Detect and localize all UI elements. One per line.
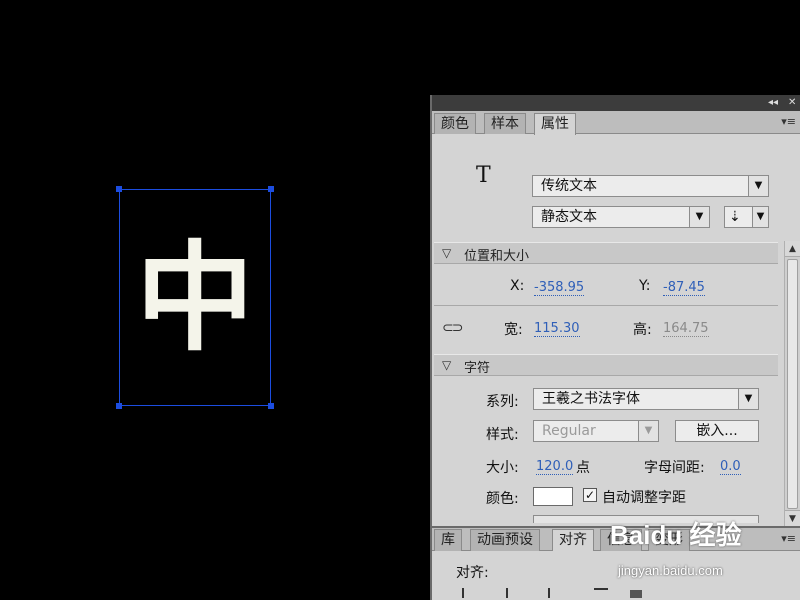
font-size-value[interactable]: 120.0 [536, 459, 574, 475]
font-size-unit: 点 [576, 460, 590, 476]
collapse-panel-icon[interactable]: ◂◂ [768, 96, 778, 110]
letter-spacing-value[interactable]: 0.0 [720, 459, 741, 475]
tab-align[interactable]: 对齐 [552, 529, 594, 551]
stage-canvas[interactable]: 中 [0, 0, 430, 600]
font-style-value: Regular [542, 423, 596, 439]
text-direction-icon: ⇣ [729, 209, 741, 225]
tab-swatches[interactable]: 样本 [484, 113, 526, 134]
scroll-up-icon[interactable]: ▲ [785, 241, 800, 257]
align-label: 对齐: [456, 565, 489, 581]
text-mode-select[interactable]: 静态文本 ▼ [532, 206, 710, 228]
text-mode-value: 静态文本 [541, 209, 597, 225]
dropdown-arrow-icon: ▼ [738, 389, 758, 409]
panel-titlebar: ◂◂ ✕ [432, 95, 800, 111]
section-divider [434, 305, 778, 306]
scroll-thumb[interactable] [787, 259, 798, 509]
baidu-watermark: Baidu 经验 jingyan.baidu.com [610, 515, 790, 585]
height-value[interactable]: 164.75 [663, 321, 709, 337]
font-style-select[interactable]: Regular ▼ [533, 420, 659, 442]
align-hcenter-icon[interactable] [506, 588, 508, 598]
font-style-label: 样式: [486, 427, 519, 443]
width-label: 宽: [504, 322, 523, 338]
text-color-label: 颜色: [486, 491, 519, 507]
height-label: 高: [633, 322, 652, 338]
tab-properties[interactable]: 属性 [534, 113, 576, 135]
dropdown-arrow-icon: ▼ [638, 421, 658, 441]
font-family-value: 王羲之书法字体 [542, 391, 640, 407]
align-vcenter-icon[interactable] [630, 590, 642, 598]
dropdown-arrow-icon: ▼ [689, 207, 709, 227]
tab-motion-presets[interactable]: 动画预设 [470, 529, 540, 551]
auto-kern-checkbox[interactable]: ✓ [583, 488, 597, 502]
text-type-select[interactable]: 传统文本 ▼ [532, 175, 769, 197]
section-position-size[interactable]: ▽ 位置和大小 [434, 242, 778, 264]
baidu-logo: Baidu 经验 [610, 520, 742, 550]
section-character[interactable]: ▽ 字符 [434, 354, 778, 376]
collapse-triangle-icon: ▽ [442, 246, 452, 260]
width-value[interactable]: 115.30 [534, 321, 580, 337]
text-direction-select[interactable]: ⇣ ▼ [724, 206, 769, 228]
text-color-swatch[interactable] [533, 487, 573, 506]
section-title: 位置和大小 [464, 249, 530, 264]
dropdown-arrow-icon: ▼ [748, 176, 768, 196]
align-left-icon[interactable] [462, 588, 474, 598]
panel-scrollbar[interactable]: ▲ ▼ [784, 241, 800, 526]
x-label: X: [510, 278, 525, 294]
letter-spacing-label: 字母间距: [644, 460, 705, 476]
font-family-select[interactable]: 王羲之书法字体 ▼ [533, 388, 759, 410]
auto-kern-label: 自动调整字距 [602, 490, 686, 506]
font-family-label: 系列: [486, 394, 519, 410]
collapse-triangle-icon: ▽ [442, 358, 452, 372]
y-value[interactable]: -87.45 [663, 280, 705, 296]
tab-library[interactable]: 库 [434, 529, 462, 551]
tab-color[interactable]: 颜色 [434, 113, 476, 134]
text-tool-icon: T [476, 163, 491, 188]
calligraphy-character: 中 [135, 227, 254, 367]
y-label: Y: [639, 278, 651, 294]
section-title: 字符 [464, 361, 491, 376]
close-panel-icon[interactable]: ✕ [788, 96, 796, 110]
embed-button[interactable]: 嵌入... [675, 420, 759, 442]
selected-text-object[interactable]: 中 [116, 186, 274, 409]
panel-tabbar: 颜色 样本 属性 ▾≡ [432, 111, 800, 135]
panel-menu-icon[interactable]: ▾≡ [781, 115, 796, 128]
dropdown-arrow-icon: ▼ [752, 207, 768, 227]
watermark-url: jingyan.baidu.com [618, 563, 723, 578]
text-type-value: 传统文本 [541, 178, 597, 194]
align-right-icon[interactable] [538, 588, 550, 598]
chain-link-icon[interactable]: ⊂⊃ [442, 320, 464, 336]
align-top-icon[interactable] [594, 588, 608, 598]
x-value[interactable]: -358.95 [534, 280, 585, 296]
font-size-label: 大小: [486, 460, 519, 476]
